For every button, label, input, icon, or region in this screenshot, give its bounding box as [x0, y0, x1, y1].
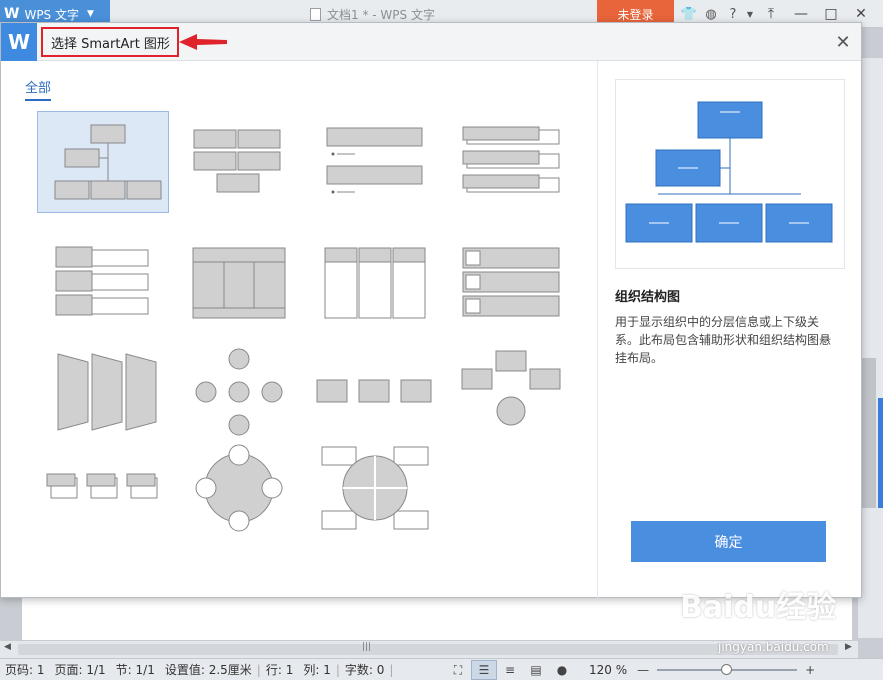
watermark-logo: Baidu经验: [680, 590, 837, 625]
stacked-list-thumbnail-icon: [462, 126, 560, 193]
wps-logo-icon: W: [4, 6, 20, 22]
fullscreen-icon[interactable]: ⛶: [445, 660, 471, 680]
document-title: 文档1 * - WPS 文字: [310, 6, 435, 23]
horizontal-scroll-thumb[interactable]: [18, 644, 838, 655]
process-list-thumbnail-icon: [46, 473, 158, 499]
status-section: 节: 1/1: [115, 663, 155, 677]
web-view-icon[interactable]: ▤: [523, 660, 549, 680]
converging-radial-thumbnail-icon: [461, 350, 561, 426]
page-view-icon[interactable]: ☰: [471, 660, 497, 680]
circle-matrix-thumbnail-icon: [195, 444, 283, 532]
ok-button[interactable]: 确定: [631, 521, 826, 562]
status-words: 字数: 0: [344, 663, 385, 677]
status-page: 页面: 1/1: [54, 663, 106, 677]
document-icon: [310, 8, 321, 21]
status-row: 行: 1: [265, 663, 294, 677]
wps-logo-icon: W: [1, 23, 37, 61]
status-col: 列: 1: [303, 663, 331, 677]
grip-icon: |||: [362, 642, 372, 652]
scroll-thumb[interactable]: [862, 358, 876, 508]
table-hierarchy-thumbnail-icon: [192, 247, 286, 319]
layout-cycle-matrix[interactable]: [309, 437, 441, 539]
zoom-slider[interactable]: [657, 664, 798, 675]
layout-basic-process[interactable]: [309, 341, 441, 443]
zoom-in-icon[interactable]: +: [805, 663, 815, 677]
dialog-header: W 选择 SmartArt 图形 ✕: [1, 23, 861, 61]
scroll-right-icon[interactable]: ▶: [845, 642, 852, 652]
layout-grid-list[interactable]: [173, 111, 305, 213]
layout-vertical-list[interactable]: [309, 111, 441, 213]
org-chart-preview-icon: [625, 101, 833, 243]
selected-layout-description: 用于显示组织中的分层信息或上下级关系。此布局包含辅助形状和组织结构图悬挂布局。: [615, 315, 832, 365]
grid-list-thumbnail-icon: [193, 129, 281, 193]
divider: |: [389, 662, 394, 677]
layout-bullet-list[interactable]: [37, 233, 169, 335]
layout-table-hierarchy[interactable]: [173, 233, 305, 335]
zoom-slider-knob[interactable]: [721, 664, 733, 675]
zoom-level[interactable]: 120 %: [589, 663, 627, 677]
app-name: WPS 文字: [24, 7, 79, 22]
radial-cycle-thumbnail-icon: [195, 348, 283, 436]
dialog-title: 选择 SmartArt 图形: [41, 27, 179, 57]
watermark-url: jingyan.baidu.com: [718, 640, 829, 654]
view-controls: ⛶ ☰ ≡ ▤ ● 120 % — +: [445, 659, 815, 680]
layout-picture-list[interactable]: [445, 233, 577, 335]
layout-process-list[interactable]: [37, 437, 169, 539]
layout-org-chart[interactable]: [37, 111, 169, 213]
picture-list-thumbnail-icon: [462, 247, 560, 317]
status-page-code: 页码: 1: [5, 663, 45, 677]
layout-gallery: [37, 111, 577, 532]
chevron-down-icon: ▼: [87, 9, 94, 19]
document-title-text: 文档1 * - WPS 文字: [327, 8, 435, 22]
bullet-list-thumbnail-icon: [55, 246, 149, 316]
column-list-thumbnail-icon: [324, 247, 426, 319]
smartart-dialog: W 选择 SmartArt 图形 ✕ 全部 组织结构图 用于显示组织中的分层信息…: [0, 22, 862, 598]
layout-preview: [615, 79, 845, 269]
read-mode-icon[interactable]: ●: [549, 660, 575, 680]
layout-circle-matrix[interactable]: [173, 437, 305, 539]
scroll-indicator: [878, 398, 883, 508]
layout-trapezoid-list[interactable]: [37, 341, 169, 443]
trapezoid-list-thumbnail-icon: [57, 353, 157, 431]
layout-stacked-list[interactable]: [445, 111, 577, 213]
outline-view-icon[interactable]: ≡: [497, 660, 523, 680]
status-bar: 页码: 1 页面: 1/1 节: 1/1 设置值: 2.5厘米 | 行: 1 列…: [0, 658, 883, 680]
vertical-list-thumbnail-icon: [326, 127, 423, 194]
scroll-left-icon[interactable]: ◀: [4, 642, 11, 652]
layout-radial-cycle[interactable]: [173, 341, 305, 443]
status-setting: 设置值: 2.5厘米: [164, 663, 252, 677]
zoom-out-icon[interactable]: —: [637, 663, 649, 677]
cycle-matrix-thumbnail-icon: [321, 446, 429, 530]
divider: [597, 61, 598, 598]
basic-process-thumbnail-icon: [316, 379, 432, 403]
org-chart-thumbnail-icon: [54, 124, 162, 200]
layout-column-list[interactable]: [309, 233, 441, 335]
tab-all[interactable]: 全部: [25, 77, 52, 101]
layout-converging-radial[interactable]: [445, 341, 577, 443]
selected-layout-name: 组织结构图: [615, 290, 681, 305]
dialog-close-button[interactable]: ✕: [830, 29, 856, 55]
annotation-arrow-icon: [179, 34, 227, 50]
